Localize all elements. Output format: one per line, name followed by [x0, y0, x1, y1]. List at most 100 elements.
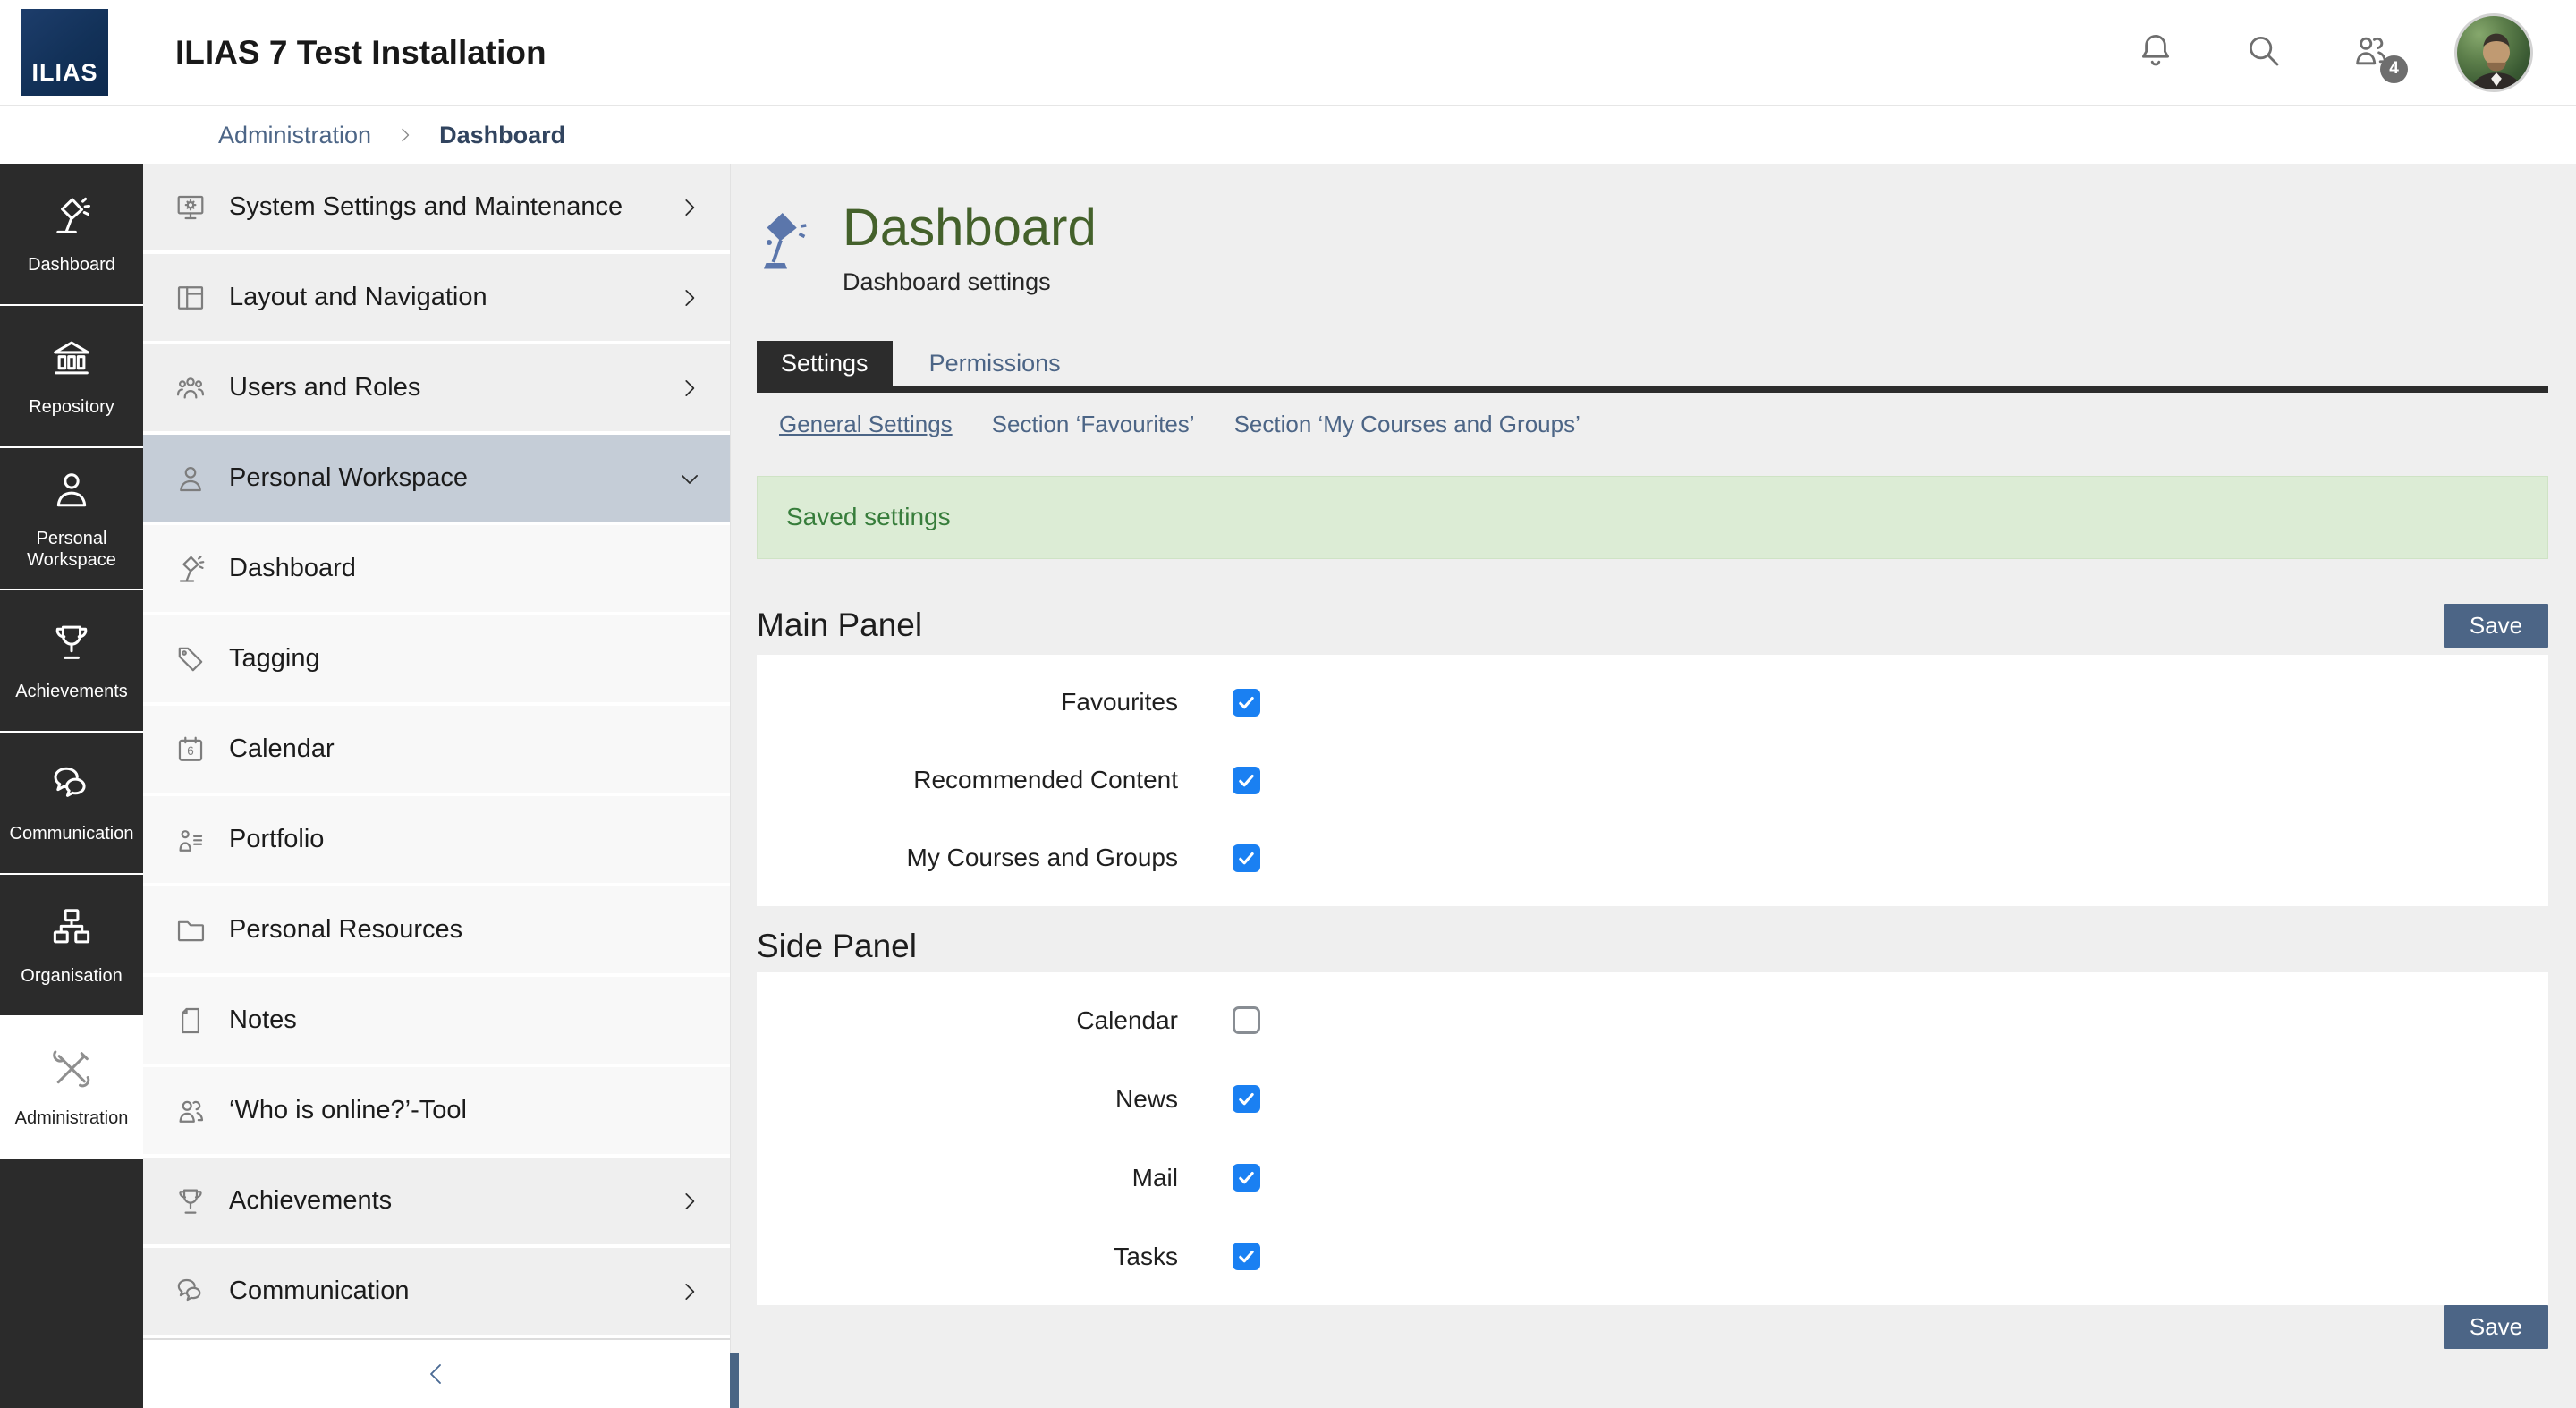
sidebar-item-calendar[interactable]: 6 Calendar [143, 706, 730, 793]
sidebar-item-who-is-online-tool[interactable]: ‘Who is online?’-Tool [143, 1067, 730, 1154]
person-icon [174, 462, 208, 496]
sidebar-collapse-button[interactable] [143, 1338, 730, 1408]
save-button-bottom[interactable]: Save [2444, 1305, 2548, 1349]
form-row: News [757, 1060, 2548, 1139]
rail-item-repository[interactable]: Repository [0, 306, 143, 448]
checkbox-recommended-content[interactable] [1233, 767, 1260, 794]
form-panel: Calendar News Mail Tasks [757, 972, 2548, 1305]
sidebar-item-personal-workspace[interactable]: Personal Workspace [143, 435, 730, 522]
chevron-right-icon [676, 284, 703, 311]
check-icon [1235, 1245, 1258, 1268]
page-subtitle: Dashboard settings [843, 268, 1097, 296]
rail-item-label: Personal Workspace [6, 528, 137, 571]
sidebar-item-portfolio[interactable]: Portfolio [143, 796, 730, 883]
chevron-right-icon [676, 1188, 703, 1215]
layout-icon [174, 281, 208, 315]
sidebar-item-achievements[interactable]: Achievements [143, 1158, 730, 1244]
subtab-section-favourites[interactable]: Section ‘Favourites’ [992, 411, 1195, 438]
form-label-favourites: Favourites [757, 688, 1178, 717]
note-icon [174, 1004, 208, 1038]
tab-settings[interactable]: Settings [757, 341, 893, 386]
search-button[interactable] [2240, 30, 2286, 76]
sidebar-item-label: Dashboard [229, 554, 356, 583]
form-label-mail: Mail [757, 1164, 1178, 1192]
sidebar-item-personal-resources[interactable]: Personal Resources [143, 886, 730, 973]
online-users-count-badge: 4 [2380, 55, 2408, 83]
admin-menu-sidebar: System Settings and Maintenance Layout a… [143, 164, 731, 1408]
chat-icon [48, 761, 95, 812]
sidebar-item-users-and-roles[interactable]: Users and Roles [143, 344, 730, 431]
dashboard-lamp-icon [757, 205, 810, 275]
installation-title: ILIAS 7 Test Installation [175, 34, 547, 72]
portfolio-icon [174, 823, 208, 857]
subtab-bar: General Settings Section ‘Favourites’ Sect… [757, 411, 2548, 438]
checkbox-my-courses-and-groups[interactable] [1233, 844, 1260, 872]
form-label-my-courses-and-groups: My Courses and Groups [757, 844, 1178, 872]
rail-item-dashboard[interactable]: Dashboard [0, 164, 143, 306]
online-users-button[interactable]: 4 [2347, 30, 2394, 76]
sidebar-item-tagging[interactable]: Tagging [143, 615, 730, 702]
bell-icon [2134, 29, 2177, 76]
breadcrumb-link-administration[interactable]: Administration [218, 122, 371, 149]
rail-item-achievements[interactable]: Achievements [0, 590, 143, 733]
sidebar-item-communication[interactable]: Communication [143, 1248, 730, 1335]
rail-item-communication[interactable]: Communication [0, 733, 143, 875]
form-row: Recommended Content [757, 742, 2548, 819]
main-content: Dashboard Dashboard settings SettingsPer… [731, 164, 2576, 1408]
sidebar-item-label: Portfolio [229, 825, 324, 854]
breadcrumb-separator-icon [394, 124, 416, 146]
checkbox-mail[interactable] [1233, 1164, 1260, 1192]
subtab-section-my-courses-and-groups[interactable]: Section ‘My Courses and Groups’ [1234, 411, 1580, 438]
tab-permissions[interactable]: Permissions [905, 341, 1085, 386]
notifications-button[interactable] [2132, 30, 2179, 76]
bank-icon [48, 335, 95, 386]
rail-item-label: Administration [15, 1107, 129, 1129]
checkbox-favourites[interactable] [1233, 689, 1260, 717]
sidebar-item-label: Tagging [229, 644, 320, 674]
icon-rail: Dashboard Repository Personal Workspace … [0, 164, 143, 1408]
rail-item-personal-workspace[interactable]: Personal Workspace [0, 448, 143, 590]
ilias-logo[interactable]: ILIAS [21, 9, 108, 96]
user-avatar[interactable] [2454, 13, 2533, 92]
sidebar-item-system-settings-and-maintenance[interactable]: System Settings and Maintenance [143, 164, 730, 250]
checkbox-news[interactable] [1233, 1085, 1260, 1113]
chevron-left-icon [422, 1354, 451, 1394]
rail-item-organisation[interactable]: Organisation [0, 875, 143, 1017]
section-header: Side Panel [757, 928, 2548, 965]
form-label-recommended-content: Recommended Content [757, 766, 1178, 794]
subtab-general-settings[interactable]: General Settings [779, 411, 953, 438]
rail-item-label: Repository [29, 396, 114, 418]
breadcrumb-link-dashboard[interactable]: Dashboard [439, 122, 565, 149]
sidebar-item-label: Personal Workspace [229, 463, 468, 493]
svg-text:6: 6 [187, 744, 193, 758]
sidebar-item-label: Users and Roles [229, 373, 420, 403]
sidebar-item-label: Calendar [229, 734, 335, 764]
checkbox-tasks[interactable] [1233, 1243, 1260, 1270]
sidebar-item-label: Achievements [229, 1186, 392, 1216]
sidebar-item-label: Notes [229, 1005, 297, 1035]
checkbox-calendar[interactable] [1233, 1006, 1260, 1034]
folder-icon [174, 913, 208, 947]
sidebar-item-label: ‘Who is online?’-Tool [229, 1096, 467, 1125]
check-icon [1235, 847, 1258, 869]
rail-item-administration[interactable]: Administration [0, 1017, 143, 1159]
sidebar-item-layout-and-navigation[interactable]: Layout and Navigation [143, 254, 730, 341]
form-label-news: News [757, 1085, 1178, 1114]
sidebar-item-notes[interactable]: Notes [143, 977, 730, 1064]
section-header: Main Panel Save [757, 604, 2548, 648]
form-row: My Courses and Groups [757, 819, 2548, 897]
top-icon-group: 4 [2132, 13, 2533, 92]
app-window: ILIAS ILIAS 7 Test Installation 4 Admini… [0, 0, 2576, 1408]
success-message-text: Saved settings [786, 503, 951, 531]
sidebar-item-label: Layout and Navigation [229, 283, 487, 312]
sidebar-scrollbar-thumb[interactable] [730, 1353, 739, 1408]
form-footer: Save [757, 1305, 2548, 1349]
sidebar-item-dashboard[interactable]: Dashboard [143, 525, 730, 612]
sidebar-item-label: Communication [229, 1277, 409, 1306]
person-icon [48, 466, 95, 517]
rail-item-label: Dashboard [28, 254, 115, 276]
rail-item-label: Organisation [21, 965, 122, 987]
form-label-tasks: Tasks [757, 1243, 1178, 1271]
sidebar-item-label: Personal Resources [229, 915, 462, 945]
save-button-top[interactable]: Save [2444, 604, 2548, 648]
